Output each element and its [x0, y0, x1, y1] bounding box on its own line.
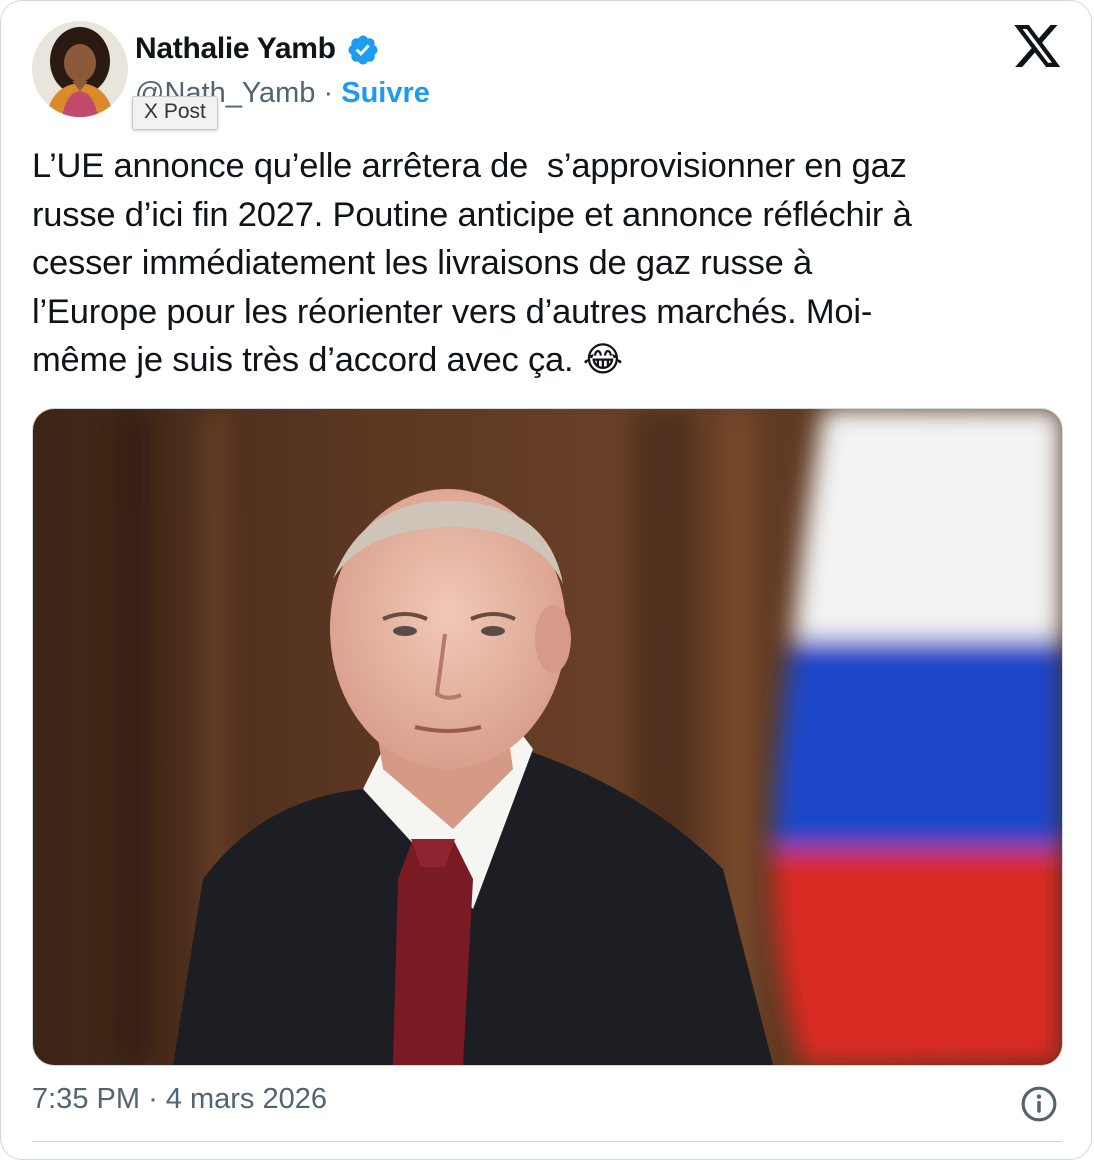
tweet-text: L’UE annonce qu’elle arrêtera de s’appro…	[32, 147, 912, 379]
x-logo-icon[interactable]	[1014, 25, 1062, 69]
tweet-card[interactable]: Nathalie Yamb @Nath_Yamb · Suivre X Post…	[0, 0, 1092, 1160]
meta-separator: ·	[148, 1083, 158, 1115]
tweet-media-photo[interactable]	[32, 408, 1063, 1066]
handle-separator: ·	[323, 77, 334, 109]
tweet-date: 4 mars 2026	[165, 1083, 327, 1115]
follow-button[interactable]: Suivre	[341, 77, 430, 109]
info-icon[interactable]	[1020, 1085, 1058, 1123]
avatar[interactable]	[32, 21, 128, 117]
tweet-time: 7:35 PM	[32, 1083, 140, 1115]
divider	[32, 1141, 1062, 1142]
author-name[interactable]: Nathalie Yamb	[135, 32, 336, 66]
tooltip: X Post	[132, 96, 218, 130]
timestamp-row[interactable]: 7:35 PM · 4 mars 2026	[32, 1083, 327, 1116]
verified-badge-icon	[348, 35, 378, 65]
